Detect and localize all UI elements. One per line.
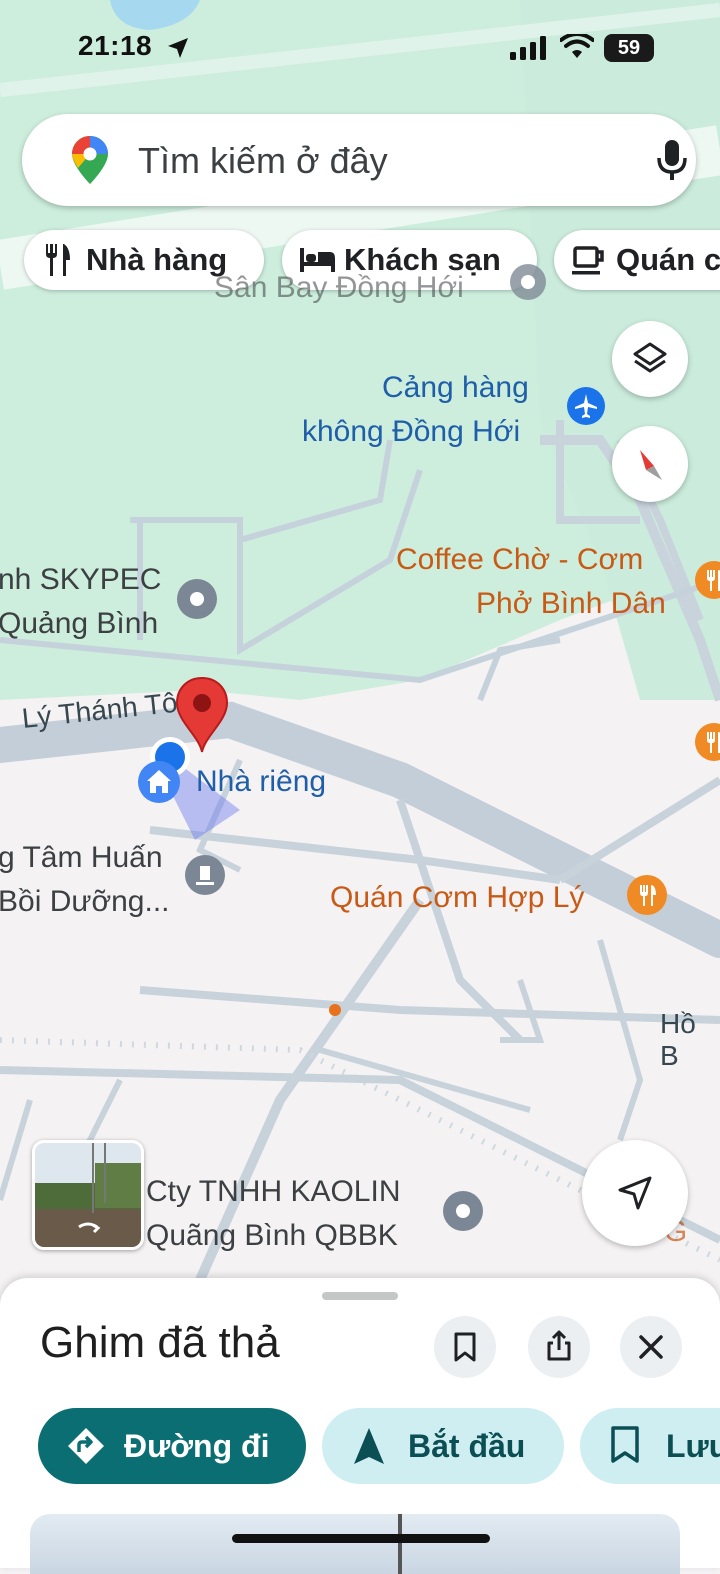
home-indicator[interactable] [232, 1534, 490, 1543]
directions-icon [68, 1428, 104, 1464]
restaurant-label: Quán Cơm Hợp Lý [330, 881, 585, 914]
search-input[interactable]: Tìm kiếm ở đây [138, 140, 388, 182]
company-label-line1: Cty TNHH KAOLIN [146, 1175, 401, 1208]
navigation-start-icon [354, 1428, 384, 1464]
directions-button[interactable]: Đường đi [38, 1408, 306, 1484]
skypec-label-line2: Quảng Bình [0, 607, 159, 640]
chip-cafes[interactable]: Quán c [554, 230, 720, 290]
save-label: Lưu [666, 1428, 720, 1464]
school-label-line2: Bồi Dưỡng... [0, 885, 170, 918]
close-icon [639, 1335, 663, 1359]
navigation-arrow-icon [618, 1176, 652, 1210]
close-button[interactable] [620, 1316, 682, 1378]
cellular-signal-icon [510, 36, 546, 60]
school-poi-icon[interactable] [184, 854, 226, 896]
place-photo-strip[interactable] [30, 1514, 680, 1574]
status-bar: 21:18 59 [0, 0, 720, 100]
restaurant-poi-icon[interactable] [626, 874, 668, 916]
compass-button[interactable] [612, 426, 688, 502]
poi-generic-icon[interactable] [176, 578, 218, 620]
directions-label: Đường đi [124, 1428, 270, 1464]
home-label: Nhà riêng [196, 765, 327, 798]
street-view-image [35, 1143, 141, 1247]
start-button[interactable]: Bắt đầu [322, 1408, 564, 1484]
chip-label: Nhà hàng [86, 242, 228, 277]
chip-label: Quán c [616, 242, 720, 277]
share-button[interactable] [528, 1316, 590, 1378]
utensils-icon [46, 244, 70, 276]
status-time: 21:18 [78, 30, 153, 61]
street-view-thumbnail[interactable] [32, 1140, 144, 1250]
save-button[interactable]: Lưu [580, 1408, 720, 1484]
search-bar[interactable]: Tìm kiếm ở đây [22, 114, 696, 206]
microphone-icon[interactable] [654, 138, 690, 182]
airport-icon[interactable] [566, 386, 606, 426]
share-icon [547, 1330, 571, 1361]
start-label: Bắt đầu [408, 1428, 526, 1464]
wifi-icon [560, 34, 594, 58]
my-location-button[interactable] [582, 1140, 688, 1246]
layers-icon [633, 342, 667, 373]
bookmark-button[interactable] [434, 1316, 496, 1378]
poi-generic-icon[interactable] [508, 262, 548, 302]
school-label-line1: g Tâm Huấn [0, 841, 163, 874]
battery-indicator: 59 [604, 34, 654, 62]
sheet-drag-handle[interactable] [322, 1292, 398, 1300]
coffee-icon [572, 246, 604, 275]
location-arrow-icon [168, 38, 188, 58]
skypec-label-line1: nh SKYPEC [0, 563, 162, 596]
photo-pole [398, 1514, 402, 1574]
layers-button[interactable] [612, 321, 688, 397]
sheet-title: Ghim đã thả [40, 1318, 280, 1367]
bookmark-icon [454, 1332, 476, 1362]
company-label-line2: Quãng Bình QBBK [146, 1219, 398, 1252]
airport-label-line2: không Đồng Hới [302, 415, 521, 448]
ho-street-label: Hồ B [660, 1008, 696, 1071]
coffee-label-line2: Phở Bình Dân [476, 587, 666, 620]
airport-partial-label: Sân Bay Đồng Hới [214, 271, 464, 304]
coffee-label-line1: Coffee Chờ - Cơm [396, 543, 644, 576]
poi-generic-icon[interactable] [442, 1190, 484, 1232]
place-bottom-sheet[interactable]: Ghim đã thả Đường đi Bắt đầu Lưu [0, 1278, 720, 1574]
restaurant-poi-icon[interactable] [694, 560, 720, 600]
google-maps-logo-icon [72, 136, 108, 184]
compass-icon [640, 450, 662, 480]
airport-label-line1: Cảng hàng [382, 371, 529, 404]
bookmark-icon [611, 1426, 639, 1463]
home-icon[interactable] [137, 760, 181, 804]
restaurant-poi-icon[interactable] [694, 722, 720, 762]
